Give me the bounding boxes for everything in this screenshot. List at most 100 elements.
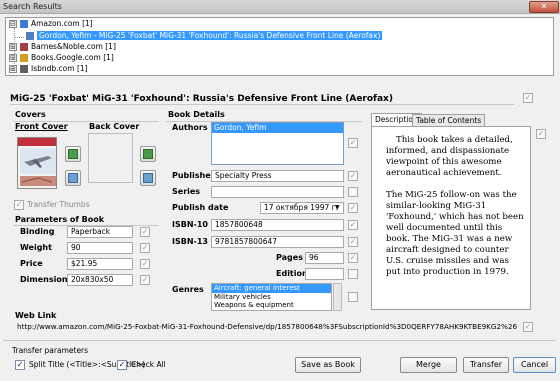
window-title: Search Results	[3, 2, 62, 11]
edition-field[interactable]	[305, 268, 344, 280]
pages-checkbox[interactable]: ✓	[348, 253, 358, 263]
book-icon	[26, 32, 34, 40]
publisher-label: Publisher	[172, 171, 215, 180]
genres-checkbox[interactable]	[348, 292, 358, 302]
tree-item-barnes[interactable]: ⊞ Barnes&Noble.com [1]	[9, 42, 116, 52]
expand-icon[interactable]: ⊞	[9, 43, 17, 51]
tree-item-amazon[interactable]: ⊟ Amazon.com [1]	[9, 19, 93, 29]
description-paragraph: This book takes a detailed, informed, an…	[386, 135, 513, 178]
split-title-checkbox[interactable]: ✓	[15, 360, 25, 370]
tree-item-label: Gordon, Yefim - MiG-25 'Foxbat' MiG-31 '…	[37, 31, 383, 40]
save-as-book-button[interactable]: Save as Book	[295, 357, 361, 373]
weblink-checkbox[interactable]: ✓	[523, 322, 533, 332]
publish-date-field[interactable]: 17 октября 1997 г.	[260, 202, 344, 214]
isbn10-label: ISBN-10	[172, 220, 208, 229]
pages-label: Pages	[276, 253, 303, 262]
site-icon	[20, 20, 28, 28]
binding-checkbox[interactable]: ✓	[140, 227, 150, 237]
tree-item-label: Books.Google.com [1]	[31, 53, 114, 62]
description-checkbox[interactable]: ✓	[536, 129, 546, 139]
isbn13-field[interactable]: 9781857800647	[211, 236, 344, 248]
site-icon	[20, 43, 28, 51]
price-field[interactable]: $21.95	[67, 258, 133, 270]
genre-item[interactable]: Weapons & equipment	[212, 301, 331, 310]
merge-button[interactable]: Merge	[400, 357, 457, 373]
series-field[interactable]	[211, 186, 344, 198]
site-icon	[20, 54, 28, 62]
transfer-thumbs-checkbox[interactable]: ✓	[14, 200, 24, 210]
publisher-field[interactable]: Specialty Press	[211, 170, 344, 182]
weblink-url[interactable]: http://www.amazon.com/MiG-25-Foxbat-MiG-…	[17, 321, 517, 332]
transfer-group-label: Transfer parameters	[12, 346, 89, 355]
weight-field[interactable]: 90	[67, 242, 133, 254]
dimensions-checkbox[interactable]: ✓	[140, 275, 150, 285]
load-front-cover-button[interactable]	[65, 146, 81, 162]
transfer-thumbs-label: Transfer Thumbs	[27, 200, 90, 209]
collapse-icon[interactable]: ⊟	[9, 20, 17, 28]
book-title-checkbox[interactable]: ✓	[523, 93, 533, 103]
cancel-button[interactable]: Cancel	[513, 357, 556, 373]
authors-list[interactable]: Gordon, Yefim	[211, 122, 344, 165]
binding-label: Binding	[20, 227, 55, 236]
tree-item-label: Amazon.com [1]	[31, 19, 93, 28]
genres-list[interactable]: Aircraft: general interest Military vehi…	[211, 283, 332, 311]
separator	[3, 340, 556, 341]
author-item[interactable]: Gordon, Yefim	[212, 123, 343, 133]
covers-group-label: Covers	[15, 110, 46, 119]
transfer-button[interactable]: Transfer	[463, 357, 509, 373]
price-checkbox[interactable]: ✓	[140, 259, 150, 269]
genre-item[interactable]: Military vehicles	[212, 293, 331, 302]
site-icon	[20, 65, 28, 73]
weblink-label: Web Link	[15, 311, 57, 320]
tree-item-isbndb[interactable]: ⊞ Isbndb.com [1]	[9, 64, 88, 74]
publisher-checkbox[interactable]: ✓	[348, 171, 358, 181]
publish-date-label: Publish date	[172, 203, 229, 212]
close-button[interactable]: ✕	[529, 1, 559, 13]
weight-label: Weight	[20, 243, 52, 252]
load-back-cover-button[interactable]	[140, 146, 156, 162]
authors-checkbox[interactable]: ✓	[348, 138, 358, 148]
binding-field[interactable]: Paperback	[67, 226, 133, 238]
isbn10-checkbox[interactable]: ✓	[348, 220, 358, 230]
expand-icon[interactable]: ⊞	[9, 65, 17, 73]
details-group-label: Book Details	[168, 110, 225, 119]
tree-item-result[interactable]: Gordon, Yefim - MiG-25 'Foxbat' MiG-31 '…	[26, 31, 383, 41]
genres-scrollbar[interactable]	[333, 283, 342, 311]
params-group-label: Parameters of Book	[15, 215, 105, 224]
front-cover-label: Front Cover	[15, 122, 68, 131]
publish-date-checkbox[interactable]: ✓	[348, 203, 358, 213]
window-titlebar: Search Results	[0, 0, 560, 14]
book-title: MiG-25 'Foxbat' MiG-31 'Foxhound': Russi…	[10, 93, 514, 105]
genre-item[interactable]: Aircraft: general interest	[212, 284, 331, 293]
book-title-text: MiG-25 'Foxbat' MiG-31 'Foxhound': Russi…	[10, 94, 393, 104]
front-cover-image[interactable]	[17, 137, 57, 189]
back-cover-image-button[interactable]	[140, 170, 156, 186]
dropdown-arrow-icon[interactable]: ▼	[335, 204, 340, 212]
expand-icon[interactable]: ⊞	[9, 54, 17, 62]
authors-label: Authors	[172, 123, 208, 132]
edition-label: Edition	[276, 269, 308, 278]
results-tree[interactable]: ⊟ Amazon.com [1] Gordon, Yefim - MiG-25 '…	[5, 17, 554, 76]
series-checkbox[interactable]	[348, 187, 358, 197]
split-title-label: Split Title (<Title>:<Subtitle>)	[29, 360, 145, 369]
tree-item-google[interactable]: ⊞ Books.Google.com [1]	[9, 53, 114, 63]
tree-item-label: Isbndb.com [1]	[31, 64, 88, 73]
check-all-checkbox[interactable]: ✓	[117, 360, 127, 370]
front-cover-image-button[interactable]	[65, 170, 81, 186]
check-all-label: Check All	[131, 360, 166, 369]
description-paragraph: The MiG-25 follow-on was the similar-loo…	[386, 190, 524, 277]
back-cover-label: Back Cover	[89, 122, 140, 131]
price-label: Price	[20, 259, 43, 268]
weight-checkbox[interactable]: ✓	[140, 243, 150, 253]
edition-checkbox[interactable]	[348, 269, 358, 279]
isbn13-checkbox[interactable]: ✓	[348, 237, 358, 247]
isbn13-label: ISBN-13	[172, 237, 208, 246]
isbn10-field[interactable]: 1857800648	[211, 219, 344, 231]
pages-field[interactable]: 96	[305, 252, 344, 264]
back-cover-image[interactable]	[88, 133, 133, 183]
dimensions-field[interactable]: 20x830x50	[67, 274, 133, 286]
genres-label: Genres	[172, 285, 204, 294]
series-label: Series	[172, 187, 201, 196]
description-text[interactable]: This book takes a detailed, informed, an…	[371, 126, 531, 310]
dimensions-label: Dimensions	[20, 275, 73, 284]
